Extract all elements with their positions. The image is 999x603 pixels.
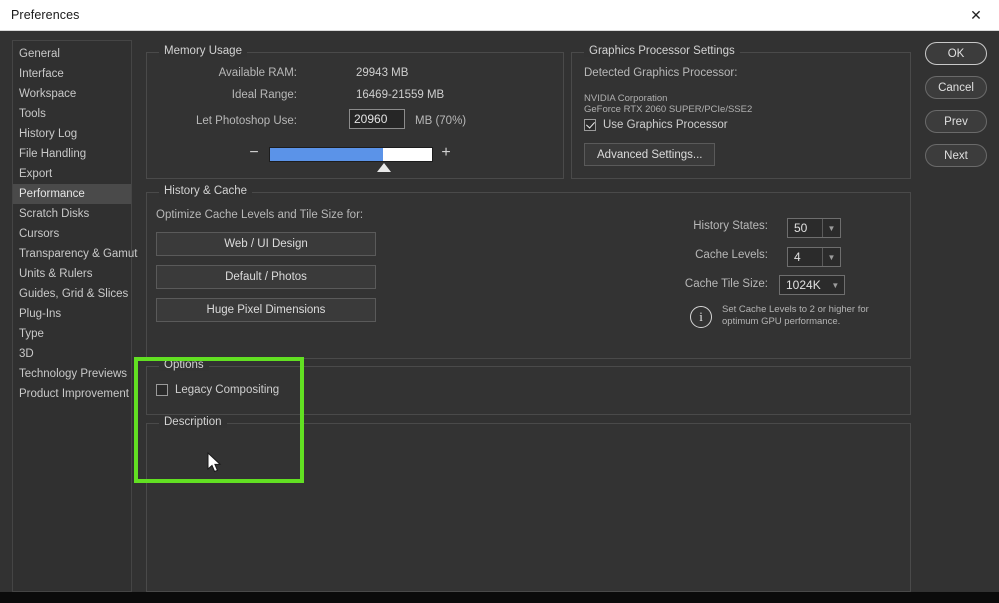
legacy-compositing-checkbox[interactable]: [156, 384, 168, 396]
advanced-settings-button[interactable]: Advanced Settings...: [584, 143, 716, 166]
gpu-model-text: GeForce RTX 2060 SUPER/PCIe/SSE2: [584, 104, 753, 115]
cache-tile-size-dropdown[interactable]: 1024K ▼: [779, 275, 845, 295]
mouse-cursor-icon: [207, 452, 222, 473]
legacy-compositing-row[interactable]: Legacy Compositing: [156, 384, 279, 396]
memory-usage-legend: Memory Usage: [159, 45, 247, 57]
description-legend: Description: [159, 416, 227, 428]
preset-web-ui-design-button[interactable]: Web / UI Design: [156, 232, 376, 256]
cancel-button[interactable]: Cancel: [925, 76, 987, 99]
slider-decrease-icon[interactable]: −: [247, 145, 261, 162]
cache-levels-label: Cache Levels:: [695, 249, 768, 261]
history-states-label: History States:: [693, 220, 768, 232]
cache-info-line-2: optimum GPU performance.: [722, 316, 841, 327]
detected-gpu-label: Detected Graphics Processor:: [584, 67, 738, 79]
sidebar-item-type[interactable]: Type: [13, 324, 131, 344]
info-icon: i: [690, 306, 712, 328]
cache-info-line-1: Set Cache Levels to 2 or higher for: [722, 304, 869, 315]
chevron-down-icon[interactable]: ▼: [822, 219, 840, 237]
sidebar-item-tools[interactable]: Tools: [13, 104, 131, 124]
sidebar-item-3d[interactable]: 3D: [13, 344, 131, 364]
sidebar-item-general[interactable]: General: [13, 44, 131, 64]
sidebar-item-scratch-disks[interactable]: Scratch Disks: [13, 204, 131, 224]
use-graphics-processor-row[interactable]: Use Graphics Processor: [584, 119, 728, 131]
close-icon[interactable]: ✕: [953, 0, 999, 30]
cache-info-text: Set Cache Levels to 2 or higher for opti…: [722, 304, 869, 328]
preferences-category-list[interactable]: General Interface Workspace Tools Histor…: [12, 40, 137, 592]
ideal-range-label: Ideal Range:: [231, 89, 297, 101]
cache-tile-size-value: 1024K: [786, 278, 821, 292]
chevron-down-icon[interactable]: ▼: [827, 276, 844, 294]
graphics-processor-legend: Graphics Processor Settings: [584, 45, 740, 57]
graphics-processor-group: Graphics Processor Settings Detected Gra…: [571, 45, 911, 179]
cache-tile-size-label: Cache Tile Size:: [684, 278, 768, 290]
sidebar-item-interface[interactable]: Interface: [13, 64, 131, 84]
preferences-dialog: Preferences ✕ General Interface Workspac…: [0, 0, 999, 603]
sidebar-item-cursors[interactable]: Cursors: [13, 224, 131, 244]
use-graphics-processor-label: Use Graphics Processor: [603, 119, 728, 131]
sidebar-item-units-rulers[interactable]: Units & Rulers: [13, 264, 131, 284]
options-legend: Options: [159, 359, 209, 371]
slider-increase-icon[interactable]: +: [439, 145, 453, 162]
preset-huge-pixel-dimensions-button[interactable]: Huge Pixel Dimensions: [156, 298, 376, 322]
history-states-value: 50: [794, 221, 808, 235]
sidebar-item-file-handling[interactable]: File Handling: [13, 144, 131, 164]
sidebar-item-plug-ins[interactable]: Plug-Ins: [13, 304, 131, 324]
title-bar: Preferences ✕: [0, 0, 999, 31]
let-photoshop-use-label: Let Photoshop Use:: [195, 115, 297, 127]
sidebar-item-history-log[interactable]: History Log: [13, 124, 131, 144]
let-photoshop-use-input[interactable]: [349, 109, 405, 129]
ideal-range-value: 16469-21559 MB: [356, 89, 445, 101]
cache-levels-combobox[interactable]: 4 ▼: [787, 247, 841, 267]
memory-usage-group: Memory Usage Available RAM: 29943 MB Ide…: [146, 45, 564, 179]
memory-slider-thumb[interactable]: [376, 163, 391, 172]
description-group: Description: [146, 416, 911, 592]
history-and-cache-legend: History & Cache: [159, 185, 253, 197]
sidebar-item-technology-previews[interactable]: Technology Previews: [13, 364, 131, 384]
gpu-vendor-text: NVIDIA Corporation: [584, 93, 668, 104]
sidebar-item-workspace[interactable]: Workspace: [13, 84, 131, 104]
memory-slider-row[interactable]: − +: [247, 145, 467, 172]
memory-slider-track[interactable]: [269, 147, 433, 162]
use-graphics-processor-checkbox[interactable]: [584, 119, 596, 131]
options-group: Options Legacy Compositing: [146, 359, 911, 415]
optimize-cache-label: Optimize Cache Levels and Tile Size for:: [156, 209, 364, 221]
available-ram-value: 29943 MB: [356, 67, 409, 79]
bottom-strip: [0, 592, 999, 603]
memory-unit-percent-label: MB (70%): [415, 115, 467, 127]
sidebar-item-transparency-gamut[interactable]: Transparency & Gamut: [13, 244, 137, 264]
cache-levels-value: 4: [794, 250, 801, 264]
legacy-compositing-label: Legacy Compositing: [175, 384, 280, 396]
sidebar-item-guides-grid-slices[interactable]: Guides, Grid & Slices: [13, 284, 131, 304]
window-title: Preferences: [11, 8, 80, 22]
next-button[interactable]: Next: [925, 144, 987, 167]
sidebar-item-export[interactable]: Export: [13, 164, 131, 184]
sidebar-item-performance[interactable]: Performance: [13, 184, 131, 204]
history-and-cache-group: History & Cache Optimize Cache Levels an…: [146, 185, 911, 359]
history-states-combobox[interactable]: 50 ▼: [787, 218, 841, 238]
prev-button[interactable]: Prev: [925, 110, 987, 133]
available-ram-label: Available RAM:: [218, 67, 297, 79]
preset-default-photos-button[interactable]: Default / Photos: [156, 265, 376, 289]
sidebar-item-product-improvement[interactable]: Product Improvement: [13, 384, 131, 404]
chevron-down-icon[interactable]: ▼: [822, 248, 840, 266]
ok-button[interactable]: OK: [925, 42, 987, 65]
memory-slider-fill: [270, 148, 384, 161]
